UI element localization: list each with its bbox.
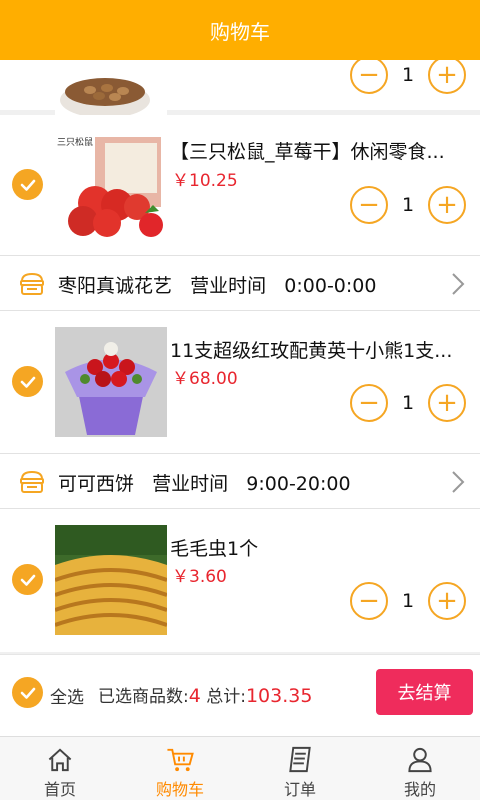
shop-header[interactable]: 可可西饼 营业时间 9:00-20:00 — [0, 453, 480, 509]
quantity-stepper[interactable]: − 1 + — [350, 60, 468, 96]
order-icon — [289, 746, 311, 773]
checkmark-icon — [20, 179, 35, 191]
increase-button[interactable]: + — [428, 582, 466, 620]
product-image — [55, 60, 167, 120]
shop-hours-label: 营业时间 — [152, 473, 229, 495]
chevron-right-icon — [452, 273, 465, 295]
cart-item: 毛毛虫1个 ￥3.60 − 1 + — [0, 509, 480, 652]
tab-profile[interactable]: 我的 — [360, 737, 480, 800]
shop-hours-label: 营业时间 — [190, 275, 267, 297]
bottom-tab-bar: 首页 购物车 订单 我的 — [0, 736, 480, 800]
quantity-value[interactable]: 1 — [388, 392, 428, 414]
increase-button[interactable]: + — [428, 60, 466, 94]
tab-orders[interactable]: 订单 — [240, 737, 360, 800]
tab-cart[interactable]: 购物车 — [120, 737, 240, 800]
shop-info: 枣阳真诚花艺 营业时间 0:00-0:00 — [58, 271, 376, 298]
product-name[interactable]: 毛毛虫1个 — [170, 534, 462, 561]
page-title: 购物车 — [210, 19, 270, 44]
cart-summary: 已选商品数:4 总计:103.35 — [98, 682, 312, 707]
decrease-button[interactable]: − — [350, 60, 388, 94]
decrease-button[interactable]: − — [350, 384, 388, 422]
selected-count-label: 已选商品数: — [98, 687, 189, 707]
tab-label: 订单 — [283, 780, 316, 799]
svg-text:三只松鼠: 三只松鼠 — [57, 136, 93, 148]
tab-label: 我的 — [403, 780, 436, 799]
product-image — [55, 525, 167, 635]
tab-label: 购物车 — [155, 780, 204, 799]
quantity-value[interactable]: 1 — [388, 194, 428, 216]
store-icon — [20, 272, 44, 295]
decrease-button[interactable]: − — [350, 582, 388, 620]
shop-name: 枣阳真诚花艺 — [58, 275, 173, 297]
increase-button[interactable]: + — [428, 186, 466, 224]
checkmark-icon — [20, 574, 35, 586]
product-image: 三只松鼠 — [55, 133, 167, 243]
select-all-label[interactable]: 全选 — [50, 683, 84, 708]
shop-hours: 0:00-0:00 — [284, 275, 377, 297]
quantity-stepper[interactable]: − 1 + — [350, 384, 468, 424]
item-checkbox[interactable] — [12, 169, 43, 200]
checkmark-icon — [20, 687, 35, 699]
cart-item: 11支超级红玫配黄英十小熊1支... ￥68.00 − 1 + — [0, 311, 480, 453]
product-price: ￥3.60 — [172, 567, 227, 587]
total-label: 总计: — [200, 687, 246, 707]
quantity-value[interactable]: 1 — [388, 590, 428, 612]
item-checkbox[interactable] — [12, 564, 43, 595]
store-icon — [20, 470, 44, 493]
shop-info: 可可西饼 营业时间 9:00-20:00 — [58, 469, 351, 496]
cart-summary-bar: 全选 已选商品数:4 总计:103.35 去结算 — [0, 654, 480, 736]
home-icon — [48, 748, 72, 772]
product-image — [55, 327, 167, 437]
product-price: ￥10.25 — [172, 171, 238, 191]
increase-button[interactable]: + — [428, 384, 466, 422]
product-name[interactable]: 【三只松鼠_草莓干】休闲零食... — [170, 137, 462, 164]
tab-label: 首页 — [43, 780, 76, 799]
chevron-right-icon — [452, 471, 465, 493]
quantity-stepper[interactable]: − 1 + — [350, 186, 468, 226]
select-all-checkbox[interactable] — [12, 677, 43, 708]
quantity-stepper[interactable]: − 1 + — [350, 582, 468, 622]
quantity-value[interactable]: 1 — [388, 64, 428, 86]
decrease-button[interactable]: − — [350, 186, 388, 224]
tab-home[interactable]: 首页 — [0, 737, 120, 800]
shop-header[interactable]: 枣阳真诚花艺 营业时间 0:00-0:00 — [0, 255, 480, 311]
cart-list[interactable]: − 1 + 三只松鼠 【三只松鼠_草莓干】休闲零食... ￥10.25 − 1 … — [0, 60, 480, 654]
cart-item: 三只松鼠 【三只松鼠_草莓干】休闲零食... ￥10.25 − 1 + — [0, 115, 480, 255]
shop-hours: 9:00-20:00 — [246, 473, 351, 495]
cart-item: − 1 + — [0, 60, 480, 120]
shop-name: 可可西饼 — [58, 473, 135, 495]
total-amount: 103.35 — [245, 685, 313, 707]
cart-icon — [167, 748, 194, 772]
product-name[interactable]: 11支超级红玫配黄英十小熊1支... — [170, 336, 462, 363]
item-checkbox[interactable] — [12, 366, 43, 397]
checkout-button[interactable]: 去结算 — [376, 669, 473, 715]
product-price: ￥68.00 — [172, 369, 238, 389]
checkmark-icon — [20, 376, 35, 388]
page-title-bar: 购物车 — [0, 0, 480, 60]
user-icon — [408, 747, 432, 773]
selected-count: 4 — [188, 685, 201, 707]
